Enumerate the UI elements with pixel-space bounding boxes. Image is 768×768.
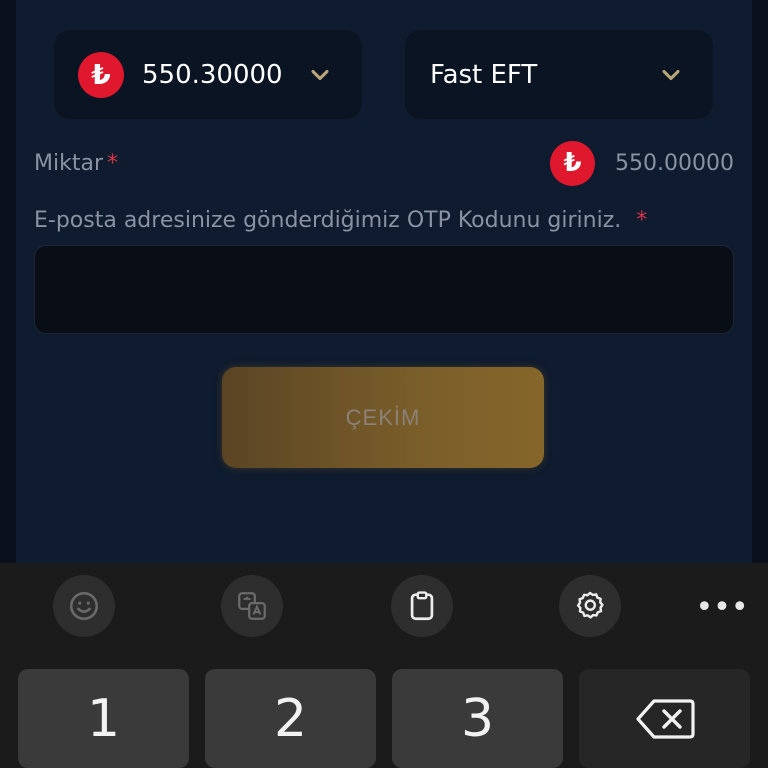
amount-display-value: 550.00000 [615, 150, 734, 176]
key-1[interactable]: 1 [18, 669, 189, 768]
amount-select-value: 550.30000 [142, 59, 283, 90]
lira-currency-icon: ₺ [78, 51, 124, 98]
otp-label-text: E-posta adresinize gönderdiğimiz OTP Kod… [34, 208, 622, 233]
settings-button[interactable] [559, 575, 621, 637]
amount-select[interactable]: ₺ 550.30000 [54, 30, 362, 119]
emoji-button[interactable] [53, 575, 115, 637]
translate-button[interactable] [221, 575, 283, 637]
lira-currency-icon: ₺ [550, 140, 596, 186]
amount-display: ₺ 550.00000 [550, 140, 734, 186]
app-background: ₺ 550.30000 Fast EFT Miktar * ₺ 550.0000… [0, 0, 768, 563]
otp-input[interactable] [34, 245, 734, 334]
key-3[interactable]: 3 [392, 669, 563, 768]
keyboard-toolbar: ••• [0, 563, 768, 649]
payment-method-value: Fast EFT [430, 59, 538, 90]
chevron-down-icon [662, 69, 680, 80]
chevron-down-icon [311, 69, 329, 80]
settings-icon [576, 591, 604, 619]
emoji-icon [69, 591, 99, 621]
otp-label: E-posta adresinize gönderdiğimiz OTP Kod… [34, 208, 647, 233]
keyboard-keys: 1 2 3 [0, 649, 768, 768]
amount-row: Miktar * ₺ 550.00000 [34, 140, 734, 186]
clipboard-icon [410, 591, 434, 621]
clipboard-button[interactable] [391, 575, 453, 637]
backspace-key[interactable] [579, 669, 750, 768]
required-marker: * [636, 208, 648, 233]
key-2[interactable]: 2 [205, 669, 376, 768]
payment-method-select[interactable]: Fast EFT [405, 30, 713, 119]
more-options-button[interactable]: ••• [695, 585, 748, 629]
backspace-icon [635, 698, 695, 739]
required-marker: * [107, 150, 118, 176]
translate-icon [238, 592, 266, 620]
amount-label: Miktar [34, 150, 103, 176]
withdraw-button[interactable]: ÇEKİM [222, 367, 544, 468]
